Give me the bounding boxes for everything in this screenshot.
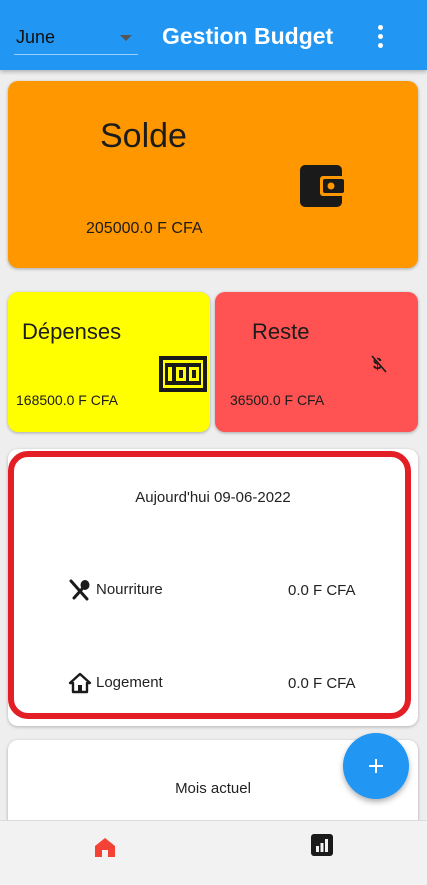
bottom-navigation	[0, 820, 427, 885]
category-label: Logement	[96, 674, 163, 691]
expenses-card: Dépenses 168500.0 F CFA	[8, 292, 210, 432]
add-button[interactable]	[343, 733, 409, 799]
app-title: Gestion Budget	[162, 23, 334, 49]
today-date-label: Aujourd'hui 09-06-2022	[135, 489, 291, 506]
money-icon	[159, 356, 207, 392]
house-icon	[68, 672, 92, 694]
month-dropdown-value: June	[16, 27, 56, 47]
more-vert-icon[interactable]	[366, 22, 396, 52]
balance-title: Solde	[100, 117, 187, 155]
expenses-amount: 168500.0 F CFA	[16, 392, 118, 408]
remaining-amount: 36500.0 F CFA	[230, 392, 325, 408]
nav-home[interactable]	[91, 833, 119, 861]
balance-card: Solde 205000.0 F CFA	[8, 81, 418, 268]
category-value: 0.0 F CFA	[288, 675, 356, 692]
home-icon	[95, 838, 115, 857]
balance-amount: 205000.0 F CFA	[86, 220, 203, 237]
dropdown-arrow-icon	[120, 35, 132, 41]
category-value: 0.0 F CFA	[288, 582, 356, 599]
restaurant-icon	[69, 579, 90, 601]
nav-statistics[interactable]	[308, 831, 336, 859]
remaining-card: Reste 36500.0 F CFA $	[215, 292, 418, 432]
expenses-title: Dépenses	[22, 319, 122, 344]
category-label: Nourriture	[96, 581, 163, 598]
month-dropdown[interactable]: June	[14, 22, 138, 55]
app-bar: June Gestion Budget	[0, 0, 427, 70]
remaining-title: Reste	[252, 319, 310, 344]
bar-chart-icon	[311, 834, 333, 856]
today-card: Aujourd'hui 09-06-2022 Nourriture 0.0 F …	[8, 449, 418, 726]
wallet-icon	[300, 165, 344, 207]
money-off-icon: $	[370, 354, 388, 373]
